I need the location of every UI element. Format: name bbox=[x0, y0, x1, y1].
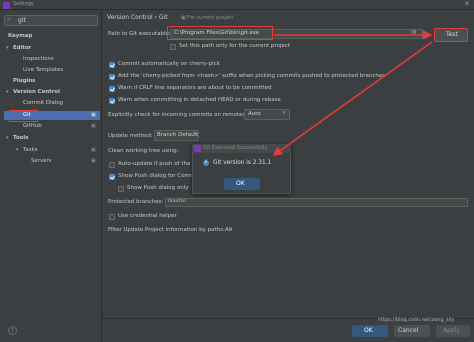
option-label: Warn if CRLF line separators are about t… bbox=[118, 85, 272, 91]
title-bar bbox=[0, 0, 474, 10]
explicit-check-label: Explicitly check for incoming commits on… bbox=[108, 112, 248, 118]
test-button-label: Test bbox=[446, 31, 458, 38]
sidebar-item-live-templates[interactable]: Live Templates bbox=[23, 67, 63, 73]
sidebar-item-version-control[interactable]: Version Control bbox=[13, 89, 60, 95]
sidebar-item-servers[interactable]: Servers bbox=[31, 158, 52, 164]
info-icon: i bbox=[203, 160, 209, 166]
project-scope-icon: ▣ bbox=[181, 15, 186, 21]
sidebar-item-editor[interactable]: Editor bbox=[13, 45, 31, 51]
sidebar-item-commit-dialog[interactable]: Commit Dialog bbox=[23, 100, 63, 106]
option-label: Warn when committing in detached HEAD or… bbox=[118, 97, 281, 103]
sidebar-item-plugins[interactable]: Plugins bbox=[13, 78, 35, 84]
sidebar-item-inspections[interactable]: Inspections bbox=[23, 56, 54, 62]
path-highlight-box bbox=[167, 26, 273, 40]
show-push-label: Show Push dialog for Comm bbox=[118, 173, 196, 179]
sidebar-item-github[interactable]: GitHub bbox=[23, 123, 42, 129]
only-current-checkbox[interactable] bbox=[170, 44, 176, 50]
breadcrumb-separator: › bbox=[154, 14, 157, 21]
search-value: git bbox=[18, 17, 26, 24]
dialog-ok-label: OK bbox=[236, 180, 245, 187]
project-scope-icon: ▣ bbox=[91, 147, 96, 153]
filter-label: Filter Update Project information by pat… bbox=[108, 227, 225, 233]
help-button[interactable]: ? bbox=[8, 326, 17, 335]
show-push-only-checkbox[interactable] bbox=[118, 186, 124, 192]
clean-tree-label: Clean working tree using: bbox=[108, 148, 179, 154]
chevron-down-icon[interactable]: ▾ bbox=[6, 135, 9, 141]
chevron-down-icon: ▾ bbox=[230, 227, 233, 233]
option-label: Add the 'cherry-picked from <hash>' suff… bbox=[118, 73, 386, 79]
update-method-label: Update method: bbox=[108, 133, 153, 139]
arrow-to-dialog bbox=[272, 41, 433, 156]
protected-branches-input[interactable] bbox=[165, 198, 468, 207]
credential-helper-label: Use credential helper bbox=[118, 213, 177, 219]
protected-branches-value: master bbox=[168, 199, 187, 204]
project-scope-icon: ▣ bbox=[91, 112, 96, 118]
breadcrumb: Version Control › Git bbox=[107, 14, 168, 21]
show-push-checkbox[interactable] bbox=[109, 174, 115, 180]
explicit-check-value: Auto bbox=[248, 111, 261, 117]
sidebar-item-tasks[interactable]: Tasks bbox=[23, 147, 37, 153]
only-current-label: Set this path only for the current proje… bbox=[179, 43, 290, 49]
auto-update-checkbox[interactable] bbox=[109, 162, 115, 168]
app-icon bbox=[3, 2, 10, 9]
close-icon[interactable]: ✕ bbox=[464, 0, 470, 8]
window-title: Settings bbox=[13, 1, 34, 7]
chevron-down-icon[interactable]: ▾ bbox=[6, 45, 9, 51]
search-icon: ⌕ bbox=[7, 16, 11, 23]
breadcrumb-scope: For current project bbox=[187, 15, 234, 21]
project-scope-icon: ▣ bbox=[91, 158, 96, 164]
option-checkbox[interactable] bbox=[109, 62, 115, 68]
option-checkbox[interactable] bbox=[109, 74, 115, 80]
dialog-title: Git Executed Successfully bbox=[203, 145, 268, 151]
sidebar-item-keymap[interactable]: Keymap bbox=[8, 33, 32, 39]
breadcrumb-page: Git bbox=[158, 14, 168, 21]
chevron-down-icon[interactable]: ▾ bbox=[16, 147, 19, 153]
git-path-label: Path to Git executable: bbox=[108, 31, 171, 37]
option-checkbox[interactable] bbox=[109, 86, 115, 92]
breadcrumb-section: Version Control bbox=[107, 14, 153, 21]
project-scope-icon: ▣ bbox=[91, 123, 96, 129]
folder-icon[interactable]: ▤ bbox=[411, 29, 417, 36]
sidebar-item-tools[interactable]: Tools bbox=[13, 135, 28, 141]
chevron-down-icon: ▾ bbox=[193, 131, 196, 137]
credential-helper-checkbox[interactable] bbox=[109, 214, 115, 220]
app-icon bbox=[194, 145, 201, 152]
chevron-down-icon[interactable]: ▾ bbox=[6, 89, 9, 95]
option-checkbox[interactable] bbox=[109, 98, 115, 104]
option-label: Commit automatically on cherry-pick bbox=[118, 61, 220, 67]
chevron-down-icon: ▾ bbox=[283, 110, 286, 116]
cancel-button-label: Cancel bbox=[398, 327, 419, 334]
dialog-message: Git version is 2.31.1 bbox=[213, 160, 272, 166]
show-push-only-label: Show Push dialog only bbox=[127, 185, 189, 191]
watermark-text: https://blog.csdn.net/zeng_sily bbox=[378, 317, 455, 323]
apply-button-label: Apply bbox=[443, 327, 460, 334]
auto-update-label: Auto-update if push of the bbox=[118, 161, 191, 167]
git-highlight-box bbox=[9, 110, 38, 122]
ok-button-label: OK bbox=[364, 327, 373, 334]
protected-branches-label: Protected branches: bbox=[108, 199, 164, 205]
